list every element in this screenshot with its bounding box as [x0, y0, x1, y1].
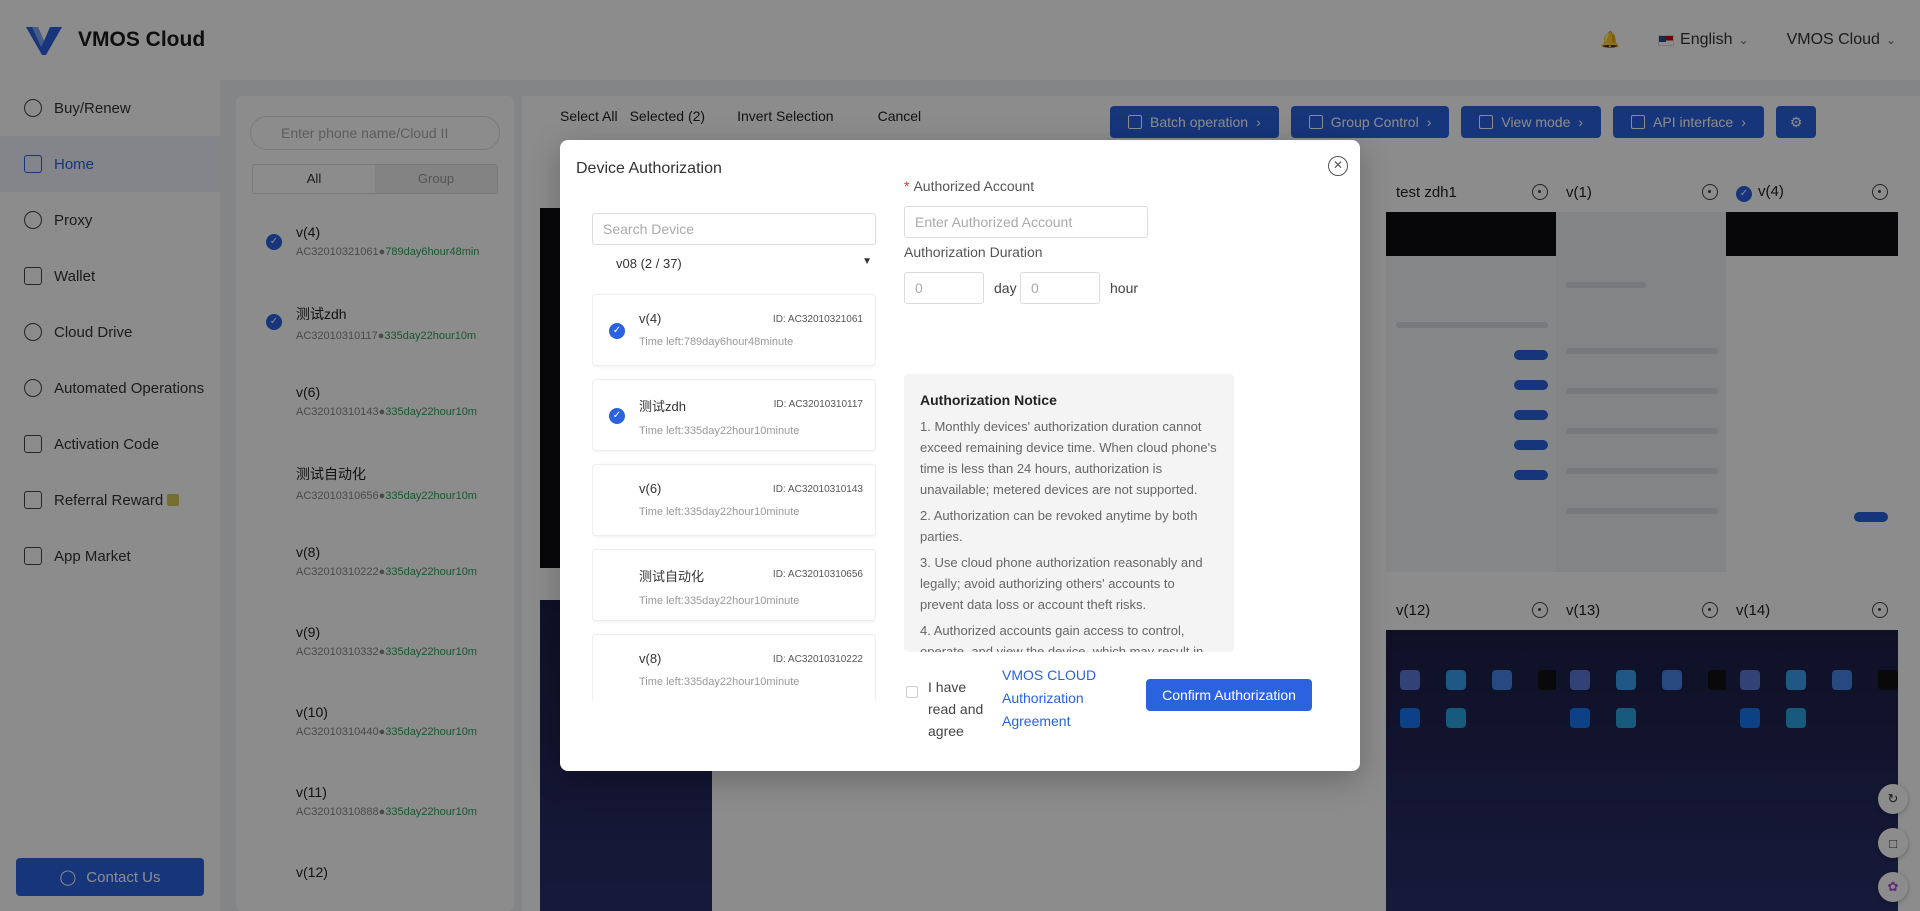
- hour-unit: hour: [1110, 280, 1139, 296]
- agree-text: I have read and agree: [928, 679, 984, 739]
- device-id: ID: AC32010310656: [772, 569, 863, 580]
- authorization-notice: Authorization Notice 1. Monthly devices'…: [904, 374, 1234, 652]
- group-select[interactable]: v08 (2 / 37) ▼: [616, 256, 872, 271]
- unchecked-box[interactable]: [609, 493, 625, 509]
- label-text: Authorized Account: [913, 178, 1035, 194]
- authorized-account-input[interactable]: Enter Authorized Account: [904, 206, 1148, 238]
- confirm-authorization-button[interactable]: Confirm Authorization: [1146, 679, 1312, 711]
- device-time-left: Time left:335day22hour10minute: [639, 425, 800, 437]
- device-id: ID: AC32010321061: [772, 314, 863, 325]
- day-unit: day: [994, 280, 1017, 296]
- caret-down-icon: ▼: [862, 256, 872, 267]
- device-search-input[interactable]: Search Device: [592, 213, 876, 245]
- dialog-device-card[interactable]: 测试自动化 ID: AC32010310656 Time left:335day…: [592, 549, 876, 621]
- unchecked-box[interactable]: [609, 578, 625, 594]
- authorization-agreement-link[interactable]: VMOS CLOUD Authorization Agreement: [1002, 664, 1102, 733]
- notice-item: 4. Authorized accounts gain access to co…: [920, 623, 1204, 652]
- dialog-device-list: ✓ v(4) ID: AC32010321061 Time left:789da…: [592, 294, 876, 700]
- unchecked-box[interactable]: [609, 663, 625, 679]
- notice-item: 3. Use cloud phone authorization reasona…: [920, 555, 1203, 612]
- duration-day-input[interactable]: 0: [904, 272, 984, 304]
- duration-hour-input[interactable]: 0: [1020, 272, 1100, 304]
- dialog-title: Device Authorization: [576, 160, 722, 177]
- agree-checkbox[interactable]: [906, 686, 918, 698]
- device-id: ID: AC32010310143: [772, 484, 863, 495]
- checkmark-icon[interactable]: ✓: [609, 408, 625, 424]
- dialog-device-card[interactable]: v(6) ID: AC32010310143 Time left:335day2…: [592, 464, 876, 536]
- device-id: ID: AC32010310222: [772, 654, 863, 665]
- dialog-device-card[interactable]: ✓ v(4) ID: AC32010321061 Time left:789da…: [592, 294, 876, 366]
- checkmark-icon[interactable]: ✓: [609, 323, 625, 339]
- notice-item: 2. Authorization can be revoked anytime …: [920, 508, 1198, 544]
- group-select-value: v08 (2 / 37): [616, 256, 682, 271]
- device-authorization-dialog: Device Authorization ✕ Search Device v08…: [560, 140, 1360, 771]
- device-id: ID: AC32010310117: [773, 399, 863, 410]
- authorized-account-label: * Authorized Account: [904, 178, 1035, 194]
- dialog-device-card[interactable]: ✓ 测试zdh ID: AC32010310117 Time left:335d…: [592, 379, 876, 451]
- device-time-left: Time left:335day22hour10minute: [639, 595, 800, 607]
- authorization-duration-label: Authorization Duration: [904, 244, 1043, 260]
- device-time-left: Time left:789day6hour48minute: [639, 336, 794, 348]
- notice-item: 1. Monthly devices' authorization durati…: [920, 419, 1217, 497]
- close-icon[interactable]: ✕: [1328, 156, 1348, 176]
- device-time-left: Time left:335day22hour10minute: [639, 506, 800, 518]
- dialog-device-card[interactable]: v(8) ID: AC32010310222 Time left:335day2…: [592, 634, 876, 700]
- notice-title: Authorization Notice: [920, 392, 1057, 408]
- device-time-left: Time left:335day22hour10minute: [639, 676, 800, 688]
